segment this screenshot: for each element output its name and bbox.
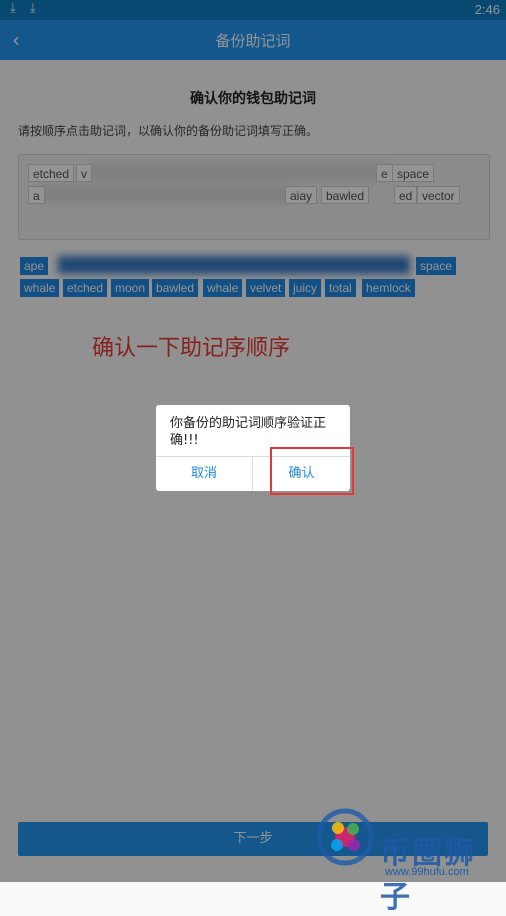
watermark-url: www.99hufu.com	[385, 866, 469, 878]
watermark-logo-icon	[316, 808, 374, 866]
highlight-box	[270, 447, 354, 495]
dialog-message: 你备份的助记词顺序验证正确!!!	[170, 416, 327, 448]
cancel-button[interactable]: 取消	[156, 457, 252, 491]
